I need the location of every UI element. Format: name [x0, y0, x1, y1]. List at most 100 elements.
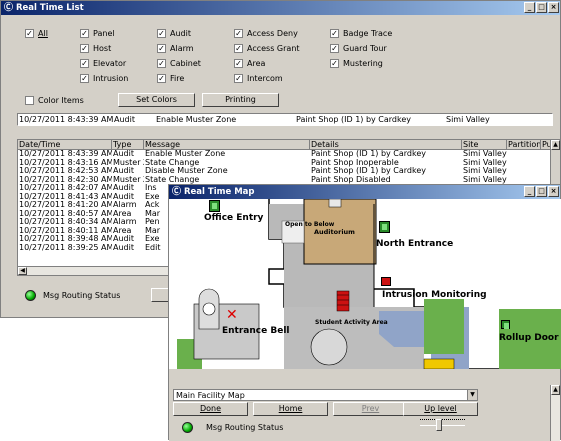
minimize-button[interactable]: _: [524, 2, 535, 13]
filter-label: Access Deny: [247, 29, 298, 38]
column-header-type[interactable]: Type: [112, 140, 144, 149]
filter-area-checkbox[interactable]: ✓ Area: [234, 59, 265, 68]
close-button[interactable]: ×: [548, 186, 559, 197]
table-row[interactable]: 10/27/2011 8:43:39 AM Audit Enable Muster …: [18, 150, 560, 159]
filter-label: Cabinet: [170, 59, 201, 68]
map-vertical-scrollbar[interactable]: ▲: [550, 385, 560, 441]
map-msg-routing-status-label: Msg Routing Status: [206, 423, 284, 432]
table-cell: Paint Shop Disabled: [311, 175, 391, 184]
home-button[interactable]: Home: [253, 402, 328, 416]
home-label: Home: [278, 404, 303, 413]
student-activity-area-label: Student Activity Area: [315, 319, 388, 326]
north-entrance-label: North Entrance: [376, 239, 454, 249]
check-icon: ✓: [157, 59, 166, 68]
filter-cabinet-checkbox[interactable]: ✓ Cabinet: [157, 59, 201, 68]
filter-audit-checkbox[interactable]: ✓ Audit: [157, 29, 191, 38]
filter-intercom-checkbox[interactable]: ✓ Intercom: [234, 74, 283, 83]
auditorium-label: Auditorium: [314, 228, 355, 236]
column-header-details[interactable]: Details: [310, 140, 462, 149]
filter-elevator-checkbox[interactable]: ✓ Elevator: [80, 59, 126, 68]
selected-datetime: 10/27/2011 8:43:39 AM: [19, 115, 113, 124]
rollup-door-icon[interactable]: [501, 320, 510, 329]
check-icon: ✓: [157, 29, 166, 38]
filter-label: Audit: [170, 29, 191, 38]
filter-panel-checkbox[interactable]: ✓ Panel: [80, 29, 115, 38]
status-green-icon: [25, 290, 36, 301]
filter-access-deny-checkbox[interactable]: ✓ Access Deny: [234, 29, 298, 38]
entrance-bell-label: Entrance Bell: [222, 326, 290, 336]
map-title-bar[interactable]: Ⓒ Real Time Map _ □ ×: [169, 185, 560, 199]
table-cell: Simi Valley: [463, 175, 507, 184]
check-icon: ✓: [330, 44, 339, 53]
title-bar[interactable]: Ⓒ Real Time List _ □ ×: [1, 1, 560, 15]
filter-label: Host: [93, 44, 112, 53]
facility-map[interactable]: Open to Below Auditorium Office Entry No…: [169, 199, 561, 369]
rollup-door-label: Rollup Door: [499, 333, 559, 343]
table-cell: Area: [113, 226, 132, 235]
window-title: Real Time List: [16, 3, 84, 13]
table-cell: Enable Muster Zone: [145, 150, 226, 158]
check-icon: ✓: [157, 74, 166, 83]
filter-guard-tour-checkbox[interactable]: ✓ Guard Tour: [330, 44, 387, 53]
set-colors-button[interactable]: Set Colors: [118, 93, 195, 107]
prev-button[interactable]: Prev: [333, 402, 408, 416]
zoom-slider-thumb[interactable]: [436, 419, 442, 431]
up-level-button[interactable]: Up level: [403, 402, 478, 416]
check-icon: ✓: [234, 44, 243, 53]
check-icon: ✓: [330, 59, 339, 68]
filter-label: Alarm: [170, 44, 194, 53]
column-header-message[interactable]: Message: [144, 140, 310, 149]
table-cell: 10/27/2011 8:41:20 AM: [19, 201, 112, 209]
table-cell: Muster Zone: [113, 175, 144, 184]
table-cell: 10/27/2011 8:40:57 AM: [19, 209, 112, 218]
printing-button[interactable]: Printing: [202, 93, 279, 107]
chevron-down-icon[interactable]: ▼: [467, 390, 477, 400]
column-header-site[interactable]: Site: [462, 140, 507, 149]
intrusion-alarm-icon[interactable]: [381, 277, 391, 286]
scroll-left-icon[interactable]: ◀: [18, 267, 27, 275]
table-cell: 10/27/2011 8:42:07 AM: [19, 184, 112, 192]
table-cell: Paint Shop (ID 1) by Cardkey: [311, 167, 427, 175]
filter-intrusion-checkbox[interactable]: ✓ Intrusion: [80, 74, 128, 83]
filter-mustering-checkbox[interactable]: ✓ Mustering: [330, 59, 383, 68]
filter-label: Intrusion: [93, 74, 129, 83]
app-icon: Ⓒ: [172, 186, 182, 197]
checkbox-box: [25, 96, 34, 105]
filter-all-checkbox[interactable]: ✓ All: [25, 29, 48, 38]
office-entry-door-icon[interactable]: [209, 200, 220, 212]
check-icon: ✓: [234, 29, 243, 38]
close-button[interactable]: ×: [548, 2, 559, 13]
scroll-up-icon[interactable]: ▲: [551, 140, 560, 150]
zoom-slider[interactable]: [420, 415, 465, 435]
table-cell: 10/27/2011 8:42:30 AM: [19, 175, 112, 184]
msg-routing-status-label: Msg Routing Status: [43, 291, 121, 300]
maximize-button[interactable]: □: [536, 186, 547, 197]
filter-label: Elevator: [93, 59, 127, 68]
table-cell: Audit: [113, 167, 134, 175]
table-cell: 10/27/2011 8:41:43 AM: [19, 192, 112, 201]
column-header-datetime[interactable]: Date/Time: [18, 140, 112, 149]
table-row[interactable]: 10/27/2011 8:42:53 AM Audit Disable Muster…: [18, 167, 560, 176]
table-cell: 10/27/2011 8:43:16 AM: [19, 158, 112, 167]
table-cell: Paint Shop (ID 1) by Cardkey: [311, 150, 427, 158]
done-button[interactable]: Done: [173, 402, 248, 416]
table-row[interactable]: 10/27/2011 8:42:30 AMMuster ZoneState Ch…: [18, 176, 560, 185]
filter-access-grant-checkbox[interactable]: ✓ Access Grant: [234, 44, 300, 53]
table-row[interactable]: 10/27/2011 8:43:16 AMMuster ZoneState Ch…: [18, 159, 560, 168]
check-icon: ✓: [80, 59, 89, 68]
north-entrance-door-icon[interactable]: [379, 221, 390, 233]
scroll-up-icon[interactable]: ▲: [551, 385, 560, 395]
minimize-button[interactable]: _: [524, 186, 535, 197]
filter-badge-trace-checkbox[interactable]: ✓ Badge Trace: [330, 29, 392, 38]
floor-plan: [177, 199, 561, 369]
filter-alarm-checkbox[interactable]: ✓ Alarm: [157, 44, 194, 53]
filter-host-checkbox[interactable]: ✓ Host: [80, 44, 111, 53]
check-icon: ✓: [234, 74, 243, 83]
column-header-partition[interactable]: Partition: [507, 140, 541, 149]
office-entry-label: Office Entry: [204, 213, 264, 223]
entrance-bell-alarm-icon[interactable]: ✕: [226, 308, 238, 322]
maximize-button[interactable]: □: [536, 2, 547, 13]
color-items-checkbox[interactable]: Color Items: [25, 96, 84, 105]
filter-fire-checkbox[interactable]: ✓ Fire: [157, 74, 184, 83]
map-select-dropdown[interactable]: Main Facility Map ▼: [173, 389, 478, 401]
